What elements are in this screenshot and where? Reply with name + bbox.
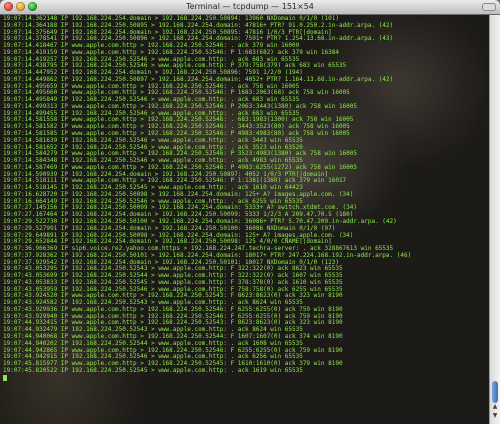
scroll-thumb[interactable]	[492, 381, 498, 403]
terminal-line: 19:07:45.820522 IP 192.168.224.250.52545…	[3, 366, 303, 374]
window-title: Terminal — tcpdump — 151×54	[186, 2, 314, 11]
terminal-output: 19:07:14.362148 IP 192.168.224.254.domai…	[3, 15, 411, 382]
scroll-down-arrow-icon[interactable]: ▼	[491, 412, 499, 420]
prompt-line	[3, 374, 411, 382]
text-cursor	[3, 374, 7, 381]
toolbar-toggle-button[interactable]	[482, 3, 496, 11]
scroll-up-arrow-icon[interactable]: ▲	[491, 403, 499, 411]
terminal-window: Terminal — tcpdump — 151×54 19:07:14.362…	[0, 0, 500, 424]
vertical-scrollbar[interactable]: ▲ ▼	[489, 15, 500, 424]
title-bar[interactable]: Terminal — tcpdump — 151×54	[0, 0, 500, 15]
terminal-content[interactable]: 19:07:14.362148 IP 192.168.224.254.domai…	[0, 15, 489, 424]
